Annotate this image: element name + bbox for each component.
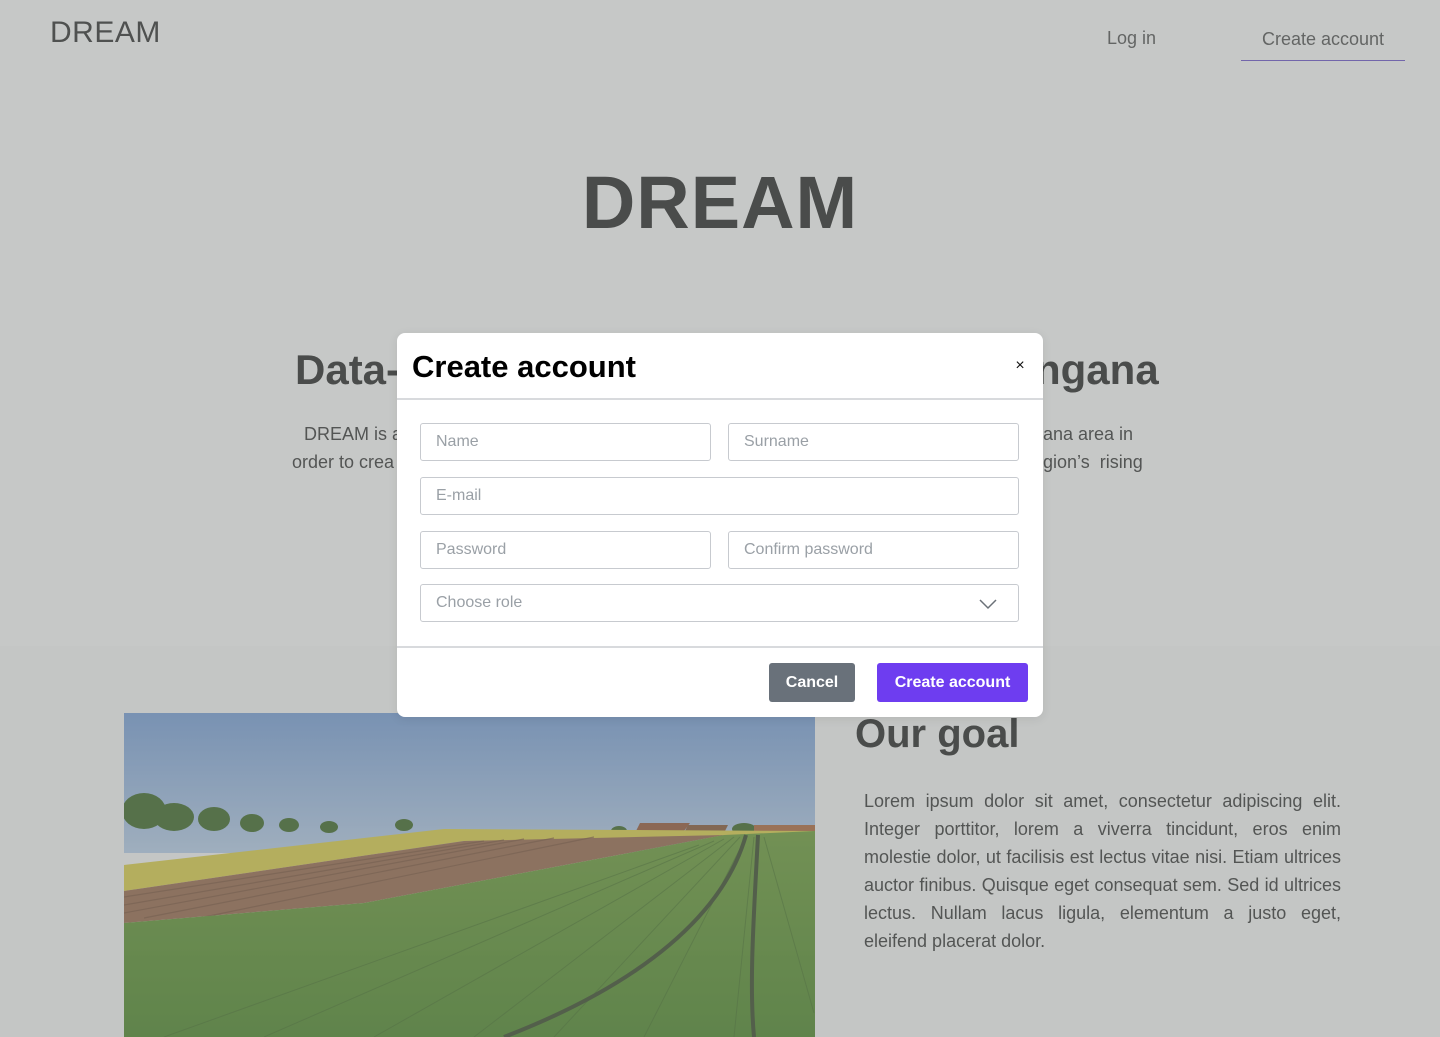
create-account-button[interactable]: Create account — [877, 663, 1028, 702]
modal-title: Create account — [412, 349, 636, 384]
surname-input[interactable] — [728, 423, 1019, 461]
role-select-placeholder: Choose role — [436, 594, 523, 611]
chevron-down-icon — [979, 599, 997, 610]
confirm-password-input[interactable] — [728, 531, 1019, 569]
modal-footer-divider — [397, 646, 1043, 648]
password-input[interactable] — [420, 531, 711, 569]
name-input[interactable] — [420, 423, 711, 461]
create-account-modal: Create account × Choose role Cancel Crea… — [397, 333, 1043, 717]
email-input[interactable] — [420, 477, 1019, 515]
close-icon[interactable]: × — [1009, 355, 1031, 377]
role-select[interactable]: Choose role — [420, 584, 1019, 622]
modal-header-divider — [397, 398, 1043, 400]
cancel-button[interactable]: Cancel — [769, 663, 855, 702]
